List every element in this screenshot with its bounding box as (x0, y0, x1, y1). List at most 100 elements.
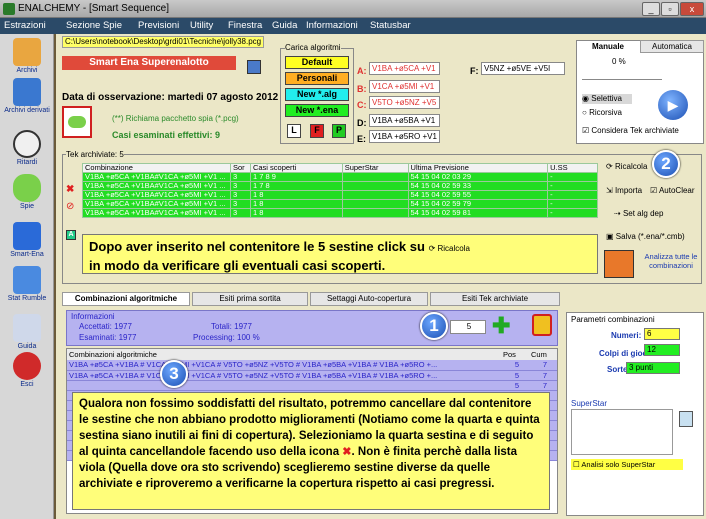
list-item[interactable]: V1BA +ø5CA +V1BA # V1CA +ø5MI +V1CA # V5… (67, 370, 557, 381)
save-disk-icon[interactable] (247, 60, 261, 74)
table-row[interactable]: V1BA +ø5CA +V1BA#V1CA +ø5MI +V1 ... 3 1 85… (82, 208, 598, 218)
algo-e-select[interactable]: V1BA +ø5RO +V1 (369, 130, 440, 143)
add-plus-icon[interactable]: ✚ (492, 315, 512, 337)
menu-utility[interactable]: Utility (190, 20, 213, 31)
tek-table: Combinazione Sor Casi scoperti SuperStar… (82, 163, 598, 218)
list-item[interactable]: V1BA +ø5CA +V1BA # V1CA +ø5MI +V1CA # V5… (67, 360, 557, 371)
trash-bin-icon[interactable] (532, 314, 552, 336)
callout-instruction-1: Dopo aver inserito nel contenitore le 5 … (82, 234, 598, 274)
col-sor: Sor (229, 163, 251, 173)
game-title: Smart Ena Superenalotto (62, 56, 236, 70)
table-row[interactable]: V1BA +ø5CA +V1BA#V1CA +ø5MI +V1 ... 3 1 7 … (82, 172, 598, 182)
minimize-button[interactable]: _ (642, 2, 660, 16)
importa-button[interactable]: ⇲ Importa (606, 186, 642, 195)
sidebar-item-guida[interactable]: Guida (0, 314, 54, 350)
info-title: Informazioni (71, 312, 115, 321)
sorte-select[interactable]: 3 punti (626, 362, 680, 374)
delete-x-icon[interactable]: ✖ (66, 184, 74, 195)
l-button[interactable]: L (287, 124, 301, 138)
sidebar-item-spie[interactable]: Spie (0, 174, 54, 210)
tab-combinazioni[interactable]: Combinazioni algoritmiche (62, 292, 190, 306)
sidebar-item-archivi-derivati[interactable]: Archivi derivati (0, 78, 54, 114)
pencil-icon (13, 38, 41, 66)
new-ena-button[interactable]: New *.ena (285, 104, 349, 117)
superstar-textarea[interactable] (571, 409, 673, 455)
algo-f-select[interactable]: V5NZ +ø5VE +V5I (481, 62, 565, 75)
table-row[interactable]: V1BA +ø5CA +V1BA#V1CA +ø5MI +V1 ... 3 1 85… (82, 199, 598, 209)
pill-icon (13, 174, 41, 202)
col-superstar: SuperStar (341, 163, 409, 173)
superstar-label: SuperStar (571, 399, 608, 408)
calculator-icon[interactable] (604, 250, 634, 278)
autoclear-checkbox[interactable]: ☑ AutoClear (650, 186, 695, 195)
radio-ricorsiva[interactable]: ○ Ricorsiva (582, 108, 622, 117)
no-entry-icon[interactable]: ⊘ (66, 201, 74, 212)
salva-button[interactable]: ▣ Salva (*.ena/*.cmb) (606, 232, 685, 241)
default-button[interactable]: Default (285, 56, 349, 69)
menu-informazioni[interactable]: Informazioni (306, 20, 358, 31)
algo-d-select[interactable]: V1BA +ø5BA +V1 (369, 114, 440, 127)
col-ultima: Ultima Previsione (407, 163, 549, 173)
analisi-superstar-checkbox[interactable]: ☐ Analisi solo SuperStar (571, 459, 683, 470)
tab-automatica[interactable]: Automatica (640, 40, 704, 53)
shield-icon (13, 222, 41, 250)
exit-icon (13, 352, 41, 380)
tab-esiti-prima[interactable]: Esiti prima sortita (192, 292, 308, 306)
a-icon[interactable]: A (66, 230, 76, 240)
accettati: Accettati: 1977 (79, 322, 132, 331)
progress-percent: 0 % (612, 57, 626, 66)
pack-pill-button[interactable] (62, 106, 92, 138)
analizza-button[interactable]: Analizza tutte le combinazioni (638, 252, 704, 270)
numeri-select[interactable]: 6 (644, 328, 680, 340)
count-input[interactable]: 5 (450, 320, 486, 334)
p-button[interactable]: P (332, 124, 346, 138)
sidebar-item-stat-rumble[interactable]: Stat Rumble (0, 266, 54, 302)
tab-manuale[interactable]: Manuale (578, 40, 638, 53)
tab-esiti-tek[interactable]: Esiti Tek archiviate (430, 292, 560, 306)
progress-slider[interactable] (582, 70, 662, 80)
sidebar-item-ritardi[interactable]: Ritardi (0, 130, 54, 166)
tab-settaggi[interactable]: Settaggi Auto-copertura (310, 292, 428, 306)
tek-title: Tek archiviate: 5 (66, 150, 124, 159)
sidebar-item-smart-ena[interactable]: Smart-Ena (0, 222, 54, 258)
algo-b-select[interactable]: V1CA +ø5MI +V1 (369, 80, 440, 93)
algo-a-select[interactable]: V1BA +ø5CA +V1 (369, 62, 440, 75)
menu-finestra[interactable]: Finestra (228, 20, 262, 31)
maximize-button[interactable]: ▫ (661, 2, 679, 16)
personali-button[interactable]: Personali (285, 72, 349, 85)
considera-tek-checkbox[interactable]: ☑ Considera Tek archiviate (582, 126, 679, 135)
step-badge-2: 2 (652, 150, 680, 178)
table-row[interactable]: V1BA +ø5CA +V1BA#V1CA +ø5MI +V1 ... 3 1 7 … (82, 181, 598, 191)
ricalcola-button[interactable]: ⟳ Ricalcola (606, 162, 647, 171)
bar-chart-icon (13, 266, 41, 294)
processing: Processing: 100 % (193, 333, 260, 342)
close-button[interactable]: x (680, 2, 704, 16)
f-button[interactable]: F (310, 124, 324, 138)
params-panel: Parametri combinazioni Numeri: Colpi di … (566, 312, 704, 516)
algo-c-label: C: (357, 100, 367, 110)
new-alg-button[interactable]: New *.alg (285, 88, 349, 101)
params-title: Parametri combinazioni (571, 315, 655, 324)
menu-sezione-spie[interactable]: Sezione Spie (66, 20, 122, 31)
file-path: C:\Users\notebook\Desktop\grdi01\Tecnich… (62, 36, 264, 48)
colpi-select[interactable]: 12 (644, 344, 680, 356)
menu-guida[interactable]: Guida (272, 20, 297, 31)
algo-c-select[interactable]: V5TO +ø5NZ +V5 (369, 96, 440, 109)
set-alg-dep-button[interactable]: ⇢ Set alg dep (614, 209, 663, 218)
play-icon[interactable]: ▶ (658, 90, 688, 120)
pill-icon (68, 116, 86, 128)
menu-statusbar[interactable]: Statusbar (370, 20, 411, 31)
algo-b-label: B: (357, 84, 367, 94)
menu-estrazioni[interactable]: Estrazioni (4, 20, 46, 31)
esaminati: Esaminati: 1977 (79, 333, 137, 342)
radio-selettiva[interactable]: ◉ Selettiva (582, 94, 632, 104)
left-sidebar: Archivi Archivi derivati Ritardi Spie Sm… (0, 34, 54, 519)
step-badge-1: 1 (420, 312, 448, 340)
sidebar-item-archivi[interactable]: Archivi (0, 38, 54, 74)
list-item[interactable]: 57 (67, 380, 557, 391)
delete-x-icon: ✖ (342, 446, 352, 458)
table-row[interactable]: V1BA +ø5CA +V1BA#V1CA +ø5MI +V1 ... 3 1 85… (82, 190, 598, 200)
superstar-icon[interactable] (679, 411, 693, 427)
menu-previsioni[interactable]: Previsioni (138, 20, 179, 31)
sidebar-item-esci[interactable]: Esci (0, 352, 54, 388)
